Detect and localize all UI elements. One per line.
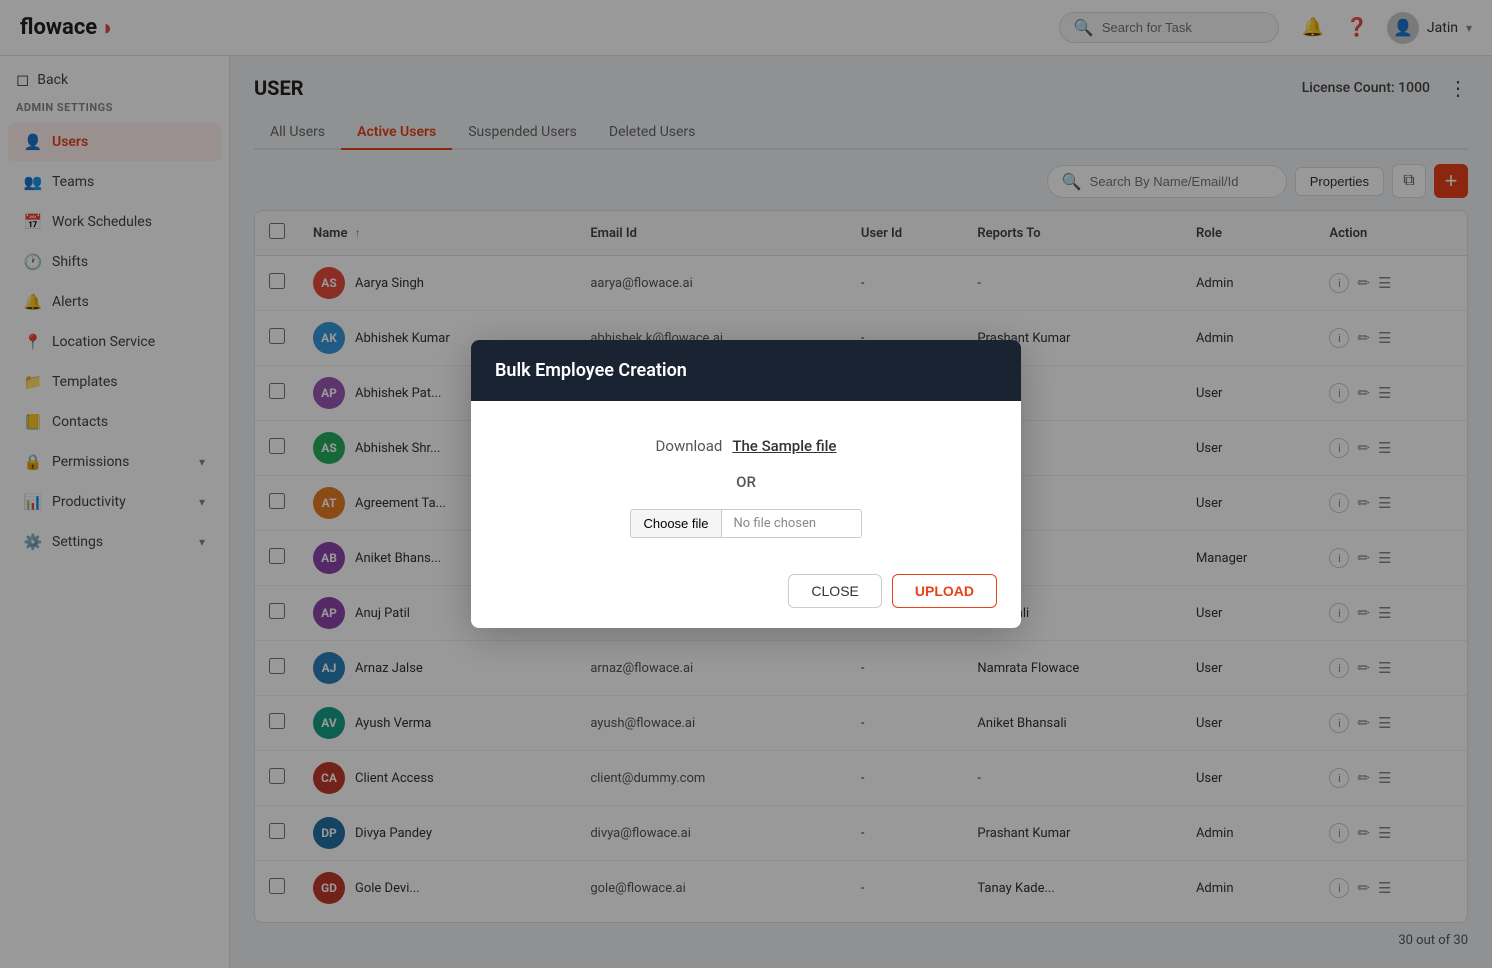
- bulk-employee-creation-modal: Bulk Employee Creation Download The Samp…: [471, 340, 1021, 628]
- choose-file-button[interactable]: Choose file: [630, 509, 721, 538]
- upload-button[interactable]: UPLOAD: [892, 574, 997, 608]
- close-button[interactable]: CLOSE: [788, 574, 881, 608]
- modal-overlay[interactable]: Bulk Employee Creation Download The Samp…: [0, 0, 1492, 968]
- file-name-display: No file chosen: [722, 509, 862, 538]
- modal-header: Bulk Employee Creation: [471, 340, 1021, 401]
- modal-title: Bulk Employee Creation: [495, 360, 687, 381]
- modal-footer: CLOSE UPLOAD: [471, 562, 1021, 628]
- download-row: Download The Sample file: [656, 437, 837, 455]
- file-input-row: Choose file No file chosen: [630, 509, 861, 538]
- modal-body: Download The Sample file OR Choose file …: [471, 401, 1021, 562]
- or-divider: OR: [736, 473, 756, 491]
- download-label: Download: [656, 437, 723, 455]
- sample-file-link[interactable]: The Sample file: [732, 437, 836, 455]
